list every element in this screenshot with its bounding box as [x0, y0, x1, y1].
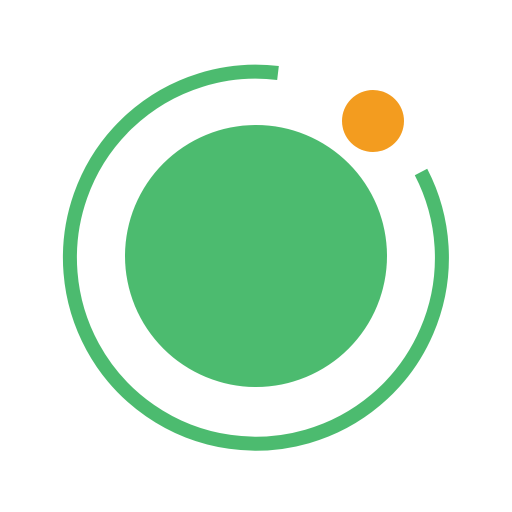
planet-circle	[125, 125, 387, 387]
logo-canvas	[0, 0, 512, 512]
orbit-logo-icon	[62, 64, 449, 451]
moon-dot	[342, 90, 404, 152]
